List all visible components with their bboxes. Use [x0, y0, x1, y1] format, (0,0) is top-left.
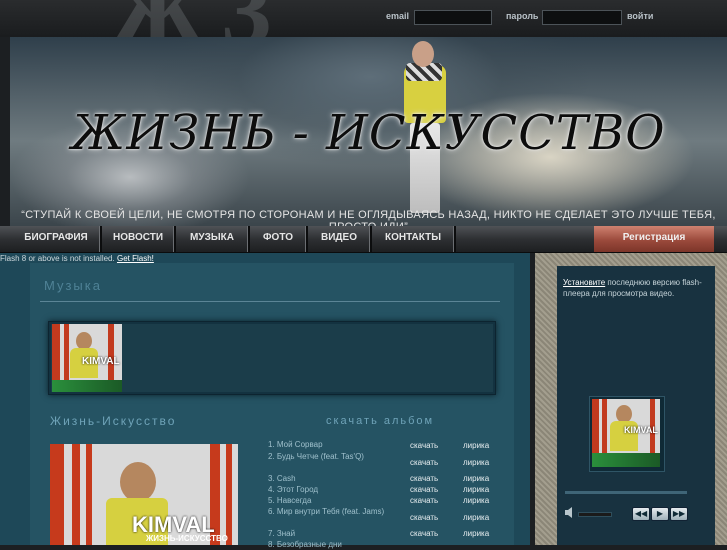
next-button[interactable]: ▶▶: [670, 507, 688, 521]
download-link[interactable]: скачать: [410, 513, 438, 522]
track-name: 5. Навсегда: [268, 496, 312, 505]
lyrics-link[interactable]: лирика: [463, 485, 489, 494]
install-flash-link[interactable]: Установите: [563, 278, 605, 287]
lyrics-link[interactable]: лирика: [463, 513, 489, 522]
title-divider: [40, 301, 500, 302]
email-field[interactable]: [414, 10, 492, 25]
flash-install-notice: Установите последнюю версию flash-плеера…: [563, 277, 713, 299]
flash-notice: Flash 8 or above is not installed. Get F…: [0, 254, 154, 263]
track-name: 6. Мир внутри Тебя (feat. Jams): [268, 507, 385, 516]
top-bar: ЖЗ email пароль войти: [0, 0, 727, 65]
player-album-cover: KIMVAL: [52, 324, 122, 392]
nav-item-photo[interactable]: ФОТО: [250, 226, 308, 252]
flash-notice-text: Flash 8 or above is not installed.: [0, 254, 115, 263]
get-flash-link[interactable]: Get Flash!: [117, 254, 154, 263]
track-name: 7. Знай: [268, 529, 296, 538]
previous-button[interactable]: ◀◀: [632, 507, 650, 521]
nav-item-video[interactable]: ВИДЕО: [308, 226, 372, 252]
track-name: 8. Безобразные дни: [268, 540, 342, 549]
music-player[interactable]: KIMVAL: [48, 321, 496, 395]
download-link[interactable]: скачать: [410, 474, 438, 483]
login-button[interactable]: войти: [627, 11, 653, 21]
video-thumbnail[interactable]: KIMVAL: [592, 399, 660, 467]
player-progress-bar[interactable]: [565, 491, 687, 494]
nav-item-music[interactable]: МУЗЫКА: [176, 226, 250, 252]
lyrics-link[interactable]: лирика: [463, 474, 489, 483]
download-link[interactable]: скачать: [410, 458, 438, 467]
album-cover-title: ЖИЗНЬ-ИСКУССТВО: [146, 534, 228, 543]
password-label: пароль: [506, 11, 539, 21]
register-button[interactable]: Регистрация: [594, 226, 714, 252]
nav-item-news[interactable]: НОВОСТИ: [102, 226, 176, 252]
volume-slider[interactable]: [578, 512, 612, 517]
nav-item-biography[interactable]: БИОГРАФИЯ: [12, 226, 102, 252]
lyrics-link[interactable]: лирика: [463, 496, 489, 505]
play-button[interactable]: ▶: [651, 507, 669, 521]
video-thumbnail-artist: KIMVAL: [624, 425, 658, 435]
track-name: 2. Будь Четче (feat. Tas'Q): [268, 452, 364, 461]
download-link[interactable]: скачать: [410, 529, 438, 538]
download-album-link[interactable]: скачать альбом: [326, 415, 434, 427]
lyrics-link[interactable]: лирика: [463, 458, 489, 467]
email-label: email: [386, 11, 410, 21]
nav-item-contacts[interactable]: КОНТАКТЫ: [372, 226, 456, 252]
volume-icon[interactable]: [565, 507, 575, 518]
album-title: Жизнь-Искусство: [50, 414, 177, 428]
lyrics-link[interactable]: лирика: [463, 529, 489, 538]
header-banner: ЖИЗНЬ - ИСКУССТВО “СТУПАЙ К СВОЕЙ ЦЕЛИ, …: [10, 37, 727, 226]
download-link[interactable]: скачать: [410, 496, 438, 505]
password-field[interactable]: [542, 10, 622, 25]
download-link[interactable]: скачать: [410, 441, 438, 450]
lyrics-link[interactable]: лирика: [463, 441, 489, 450]
main-nav: БИОГРАФИЯ НОВОСТИ МУЗЫКА ФОТО ВИДЕО КОНТ…: [0, 226, 727, 253]
banner-title: ЖИЗНЬ - ИСКУССТВО: [71, 105, 666, 161]
download-link[interactable]: скачать: [410, 485, 438, 494]
track-name: 1. Мой Сорвар: [268, 440, 323, 449]
track-name: 3. Cash: [268, 474, 296, 483]
album-cover: KIMVAL ЖИЗНЬ-ИСКУССТВО: [50, 444, 238, 545]
banner-quote: “СТУПАЙ К СВОЕЙ ЦЕЛИ, НЕ СМОТРЯ ПО СТОРО…: [21, 209, 716, 226]
section-title: Музыка: [44, 278, 102, 293]
track-name: 4. Этот Город: [268, 485, 319, 494]
